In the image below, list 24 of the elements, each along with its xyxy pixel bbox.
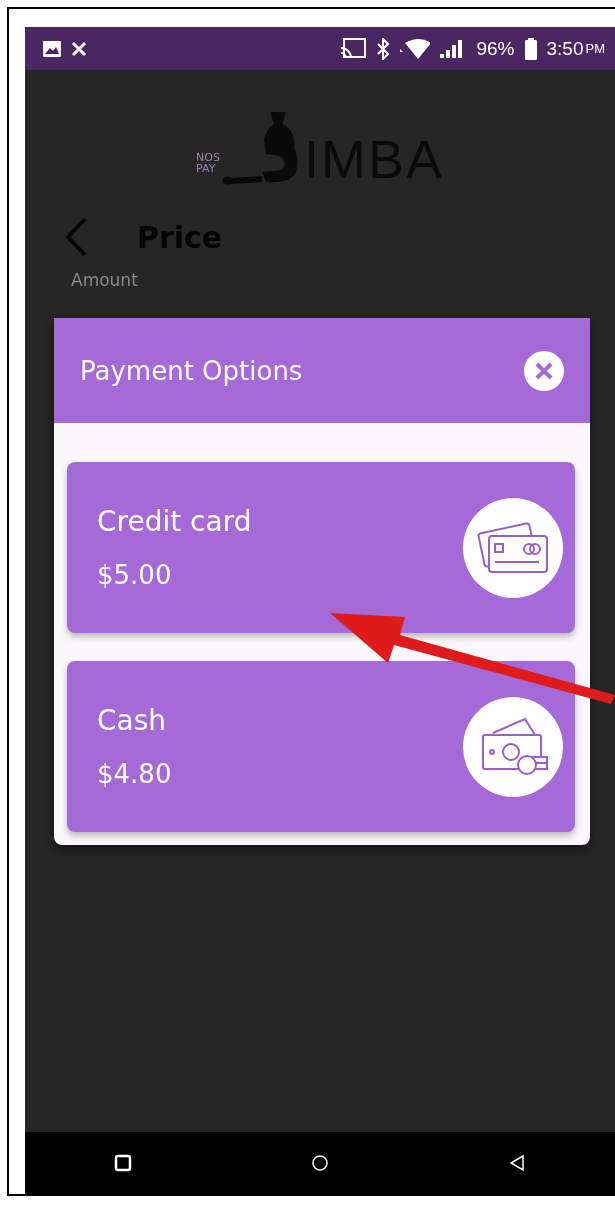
credit-cards-icon	[463, 497, 563, 598]
payment-option[interactable]: Credit card $5.00	[67, 462, 575, 633]
payment-option[interactable]: Cash $4.80	[67, 661, 575, 832]
option-price: $5.00	[97, 560, 173, 590]
home-button[interactable]	[311, 1154, 329, 1172]
recents-button[interactable]	[114, 1154, 133, 1172]
clock-meridiem: PM	[585, 41, 605, 56]
battery-percent: 96%	[476, 37, 515, 60]
dialog-title: Payment Options	[80, 355, 303, 386]
logo-text: PAY	[196, 163, 217, 174]
cash-icon	[463, 696, 563, 797]
cast-icon	[340, 37, 367, 60]
back-button[interactable]	[507, 1154, 526, 1172]
close-button[interactable]	[524, 350, 564, 391]
option-name: Cash	[97, 704, 168, 737]
image-icon	[43, 40, 61, 57]
field-label: Amount	[71, 270, 139, 290]
option-price: $4.80	[97, 759, 173, 789]
option-name: Credit card	[97, 505, 253, 538]
clock: 3:50	[546, 37, 584, 60]
logo-text: NOS	[196, 152, 220, 163]
bluetooth-icon	[376, 37, 391, 60]
battery-icon	[524, 37, 537, 60]
wifi-icon	[400, 38, 431, 59]
